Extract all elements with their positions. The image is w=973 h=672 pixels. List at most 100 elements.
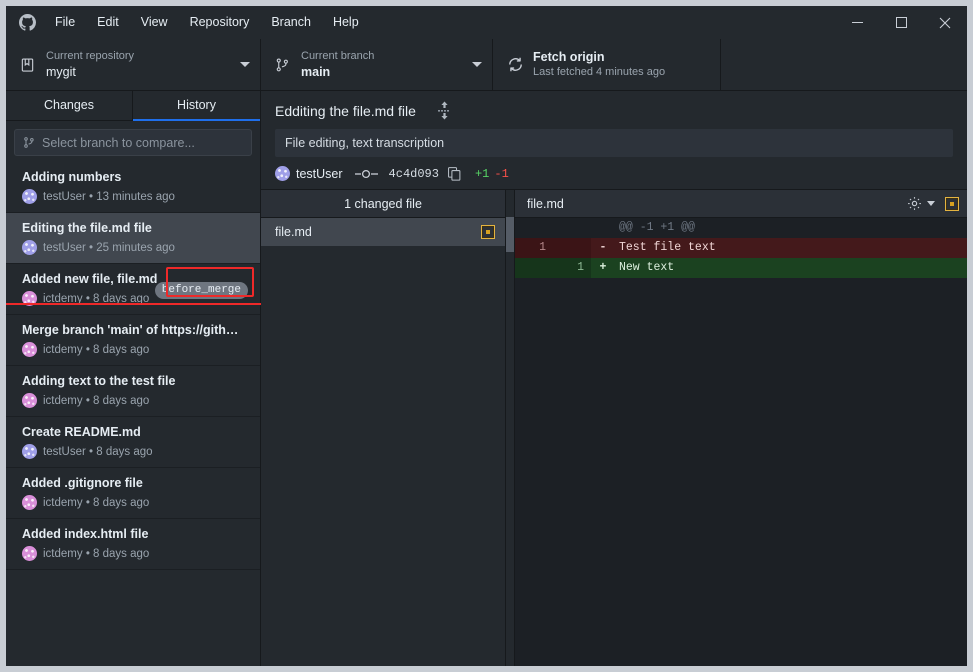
commit-separator: • <box>82 343 94 356</box>
menu-item-repository[interactable]: Repository <box>179 6 261 39</box>
menu-item-file[interactable]: File <box>44 6 86 39</box>
gear-icon[interactable] <box>907 196 922 211</box>
main-body: Changes History Select branch to compare… <box>6 91 967 666</box>
commit-separator: • <box>85 445 97 458</box>
commit-list-item[interactable]: Create README.md testUser • 8 days ago <box>6 417 260 468</box>
commit-sha[interactable]: 4c4d093 <box>389 167 439 181</box>
current-repository-label: Current repository <box>46 50 135 62</box>
commit-list[interactable]: Adding numbers testUser • 13 minutes ago… <box>6 162 260 666</box>
toolbar-empty-area <box>721 39 967 90</box>
commit-detail-author: testUser <box>296 166 343 181</box>
copy-icon[interactable] <box>448 166 461 181</box>
diff-new-line-number <box>553 218 591 238</box>
menu-item-view[interactable]: View <box>130 6 179 39</box>
commit-time: 8 days ago <box>93 496 150 509</box>
changed-file-row[interactable]: file.md <box>261 218 505 246</box>
avatar <box>22 444 37 459</box>
diff-line-text: @@ -1 +1 @@ <box>619 221 695 234</box>
changed-files-panel: 1 changed file file.md <box>261 190 506 666</box>
current-repository-value: mygit <box>46 65 76 79</box>
commit-description: File editing, text transcription <box>275 129 953 157</box>
current-branch-text: Current branch main <box>301 49 466 80</box>
commit-author: testUser <box>43 190 86 203</box>
current-repository-button[interactable]: Current repository mygit <box>6 39 261 90</box>
commit-list-item[interactable]: Added index.html file ictdemy • 8 days a… <box>6 519 260 570</box>
github-logo-icon <box>10 14 44 31</box>
chevron-down-icon[interactable] <box>927 201 935 206</box>
commit-meta: ictdemy • 8 days ago <box>22 495 248 510</box>
current-branch-label: Current branch <box>301 50 375 62</box>
diff-line-text: Test file text <box>619 241 716 254</box>
commit-list-item[interactable]: Merge branch 'main' of https://github...… <box>6 315 260 366</box>
diff-old-line-number: 1 <box>515 238 553 258</box>
annotation-underline <box>6 303 261 305</box>
current-branch-button[interactable]: Current branch main <box>261 39 493 90</box>
commit-detail-title: Edditing the file.md file <box>275 102 416 119</box>
diff-sign <box>591 218 615 238</box>
diff-sign: - <box>599 241 607 254</box>
commit-title: Adding text to the test file <box>22 374 176 388</box>
fetch-origin-title: Fetch origin <box>533 50 605 64</box>
diff-scrollbar-thumb[interactable] <box>506 217 514 252</box>
commit-separator: • <box>82 496 94 509</box>
commit-time: 8 days ago <box>93 343 150 356</box>
minimize-button[interactable] <box>835 6 879 39</box>
fetch-origin-button[interactable]: Fetch origin Last fetched 4 minutes ago <box>493 39 721 90</box>
commit-meta: testUser • 13 minutes ago <box>22 189 248 204</box>
tab-changes[interactable]: Changes <box>6 91 133 121</box>
commit-separator: • <box>82 547 94 560</box>
diff-body: @@ -1 +1 @@ 1 - Test file text 1 + New t… <box>515 218 967 666</box>
branch-compare-input[interactable]: Select branch to compare... <box>14 129 252 156</box>
fetch-origin-text: Fetch origin Last fetched 4 minutes ago <box>533 49 710 80</box>
commit-author: ictdemy <box>43 496 83 509</box>
avatar <box>275 166 290 181</box>
sidebar: Changes History Select branch to compare… <box>6 91 261 666</box>
avatar <box>22 240 37 255</box>
commit-title: Adding numbers <box>22 170 122 184</box>
diff-new-line-number <box>553 238 591 258</box>
changed-file-name: file.md <box>275 225 312 239</box>
menu-item-edit[interactable]: Edit <box>86 6 130 39</box>
title-bar: File Edit View Repository Branch Help <box>6 6 967 39</box>
commit-meta: testUser • 8 days ago <box>22 444 248 459</box>
commit-list-item-selected[interactable]: Editing the file.md file testUser • 25 m… <box>6 213 260 264</box>
commit-title: Create README.md <box>22 425 141 439</box>
commit-list-item[interactable]: Adding numbers testUser • 13 minutes ago <box>6 162 260 213</box>
commit-list-item[interactable]: Adding text to the test file ictdemy • 8… <box>6 366 260 417</box>
commit-author: testUser <box>43 445 86 458</box>
commit-time: 8 days ago <box>93 547 150 560</box>
menu-item-help[interactable]: Help <box>322 6 370 39</box>
diff-scrollbar[interactable] <box>506 190 515 666</box>
avatar <box>22 393 37 408</box>
avatar <box>22 189 37 204</box>
diff-old-line-number <box>515 258 553 278</box>
commit-tag-wrapper: before_merge <box>154 279 248 299</box>
branch-icon <box>275 57 301 73</box>
right-pane: Edditing the file.md file File editing, … <box>261 91 967 666</box>
vertical-resize-handle-icon[interactable] <box>437 101 451 120</box>
tab-history[interactable]: History <box>133 91 260 121</box>
commit-title: Added .gitignore file <box>22 476 143 490</box>
github-desktop-window: File Edit View Repository Branch Help Cu… <box>6 6 967 666</box>
commit-meta: ictdemy • 8 days ago <box>22 546 248 561</box>
maximize-button[interactable] <box>879 6 923 39</box>
menu-item-branch[interactable]: Branch <box>260 6 322 39</box>
close-button[interactable] <box>923 6 967 39</box>
diff-panel: file.md @@ -1 +1 @@ 1 - Test file text 1… <box>515 190 967 666</box>
diff-old-line-number <box>515 218 553 238</box>
commit-author: ictdemy <box>43 547 83 560</box>
commit-tag-badge[interactable]: before_merge <box>154 282 248 299</box>
diff-line-addition[interactable]: 1 + New text <box>515 258 967 278</box>
commit-time: 8 days ago <box>96 445 153 458</box>
diff-line-deletion[interactable]: 1 - Test file text <box>515 238 967 258</box>
commit-meta: ictdemy • 8 days ago <box>22 342 248 357</box>
commit-title: Added index.html file <box>22 527 149 541</box>
commit-title: Editing the file.md file <box>22 221 152 235</box>
current-repository-text: Current repository mygit <box>46 49 234 80</box>
file-status-modified-icon[interactable] <box>945 196 959 211</box>
branch-icon <box>23 136 35 149</box>
repository-icon <box>20 57 46 73</box>
commit-list-item[interactable]: Added .gitignore file ictdemy • 8 days a… <box>6 468 260 519</box>
avatar <box>22 495 37 510</box>
commit-list-item[interactable]: Added new file, file.md ictdemy • 8 days… <box>6 264 260 315</box>
